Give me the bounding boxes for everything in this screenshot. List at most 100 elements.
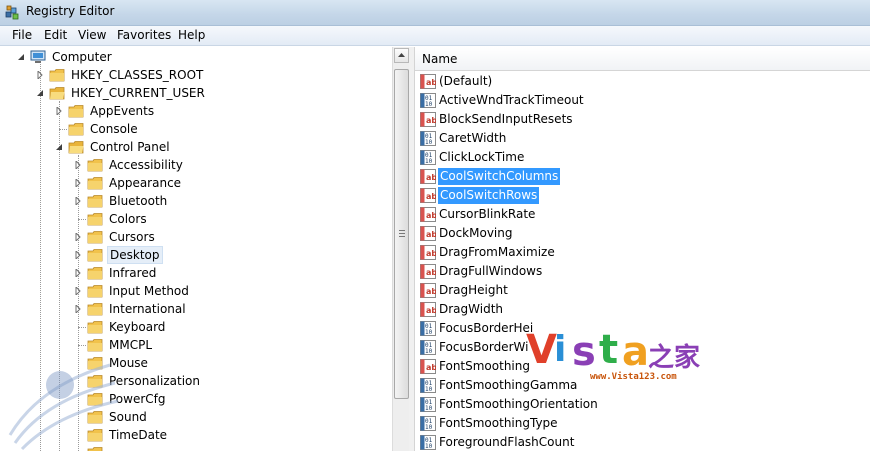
binary-value-icon: 0110: [420, 416, 436, 431]
scroll-thumb[interactable]: [394, 69, 409, 399]
svg-text:ab: ab: [426, 268, 436, 277]
value-name: FocusBorderWi: [439, 340, 529, 354]
tree-item-cursors[interactable]: Cursors: [74, 228, 294, 246]
tree-label: Appearance: [109, 176, 182, 190]
folder-icon: [87, 213, 103, 226]
tree-label: Input Method: [109, 284, 189, 298]
string-value-icon: ab: [420, 188, 436, 203]
collapsed-arrow-icon[interactable]: [74, 179, 82, 187]
tree-item-desktop[interactable]: Desktop: [74, 246, 294, 264]
tree-label: HKEY_CLASSES_ROOT: [71, 68, 204, 82]
collapsed-arrow-icon[interactable]: [74, 269, 82, 277]
menu-view[interactable]: View: [76, 28, 108, 42]
tree-label: Console: [90, 122, 138, 136]
folder-icon: [68, 105, 84, 118]
menu-favorites[interactable]: Favorites: [115, 28, 173, 42]
tree-label: AppEvents: [90, 104, 155, 118]
wing-watermark: [8, 363, 119, 451]
svg-text:ab: ab: [426, 173, 436, 182]
tree-item-control-panel[interactable]: Control Panel: [55, 138, 255, 156]
tree-label: HKEY_CURRENT_USER: [71, 86, 205, 100]
expanded-arrow-icon[interactable]: [17, 53, 25, 61]
grip-line: [399, 230, 405, 231]
folder-icon: [87, 177, 103, 190]
value-name: ActiveWndTrackTimeout: [439, 93, 584, 107]
collapsed-arrow-icon[interactable]: [74, 305, 82, 313]
tree-label: Computer: [52, 50, 112, 64]
collapsed-arrow-icon[interactable]: [74, 161, 82, 169]
menu-edit[interactable]: Edit: [42, 28, 69, 42]
tree-label-selected: Desktop: [107, 246, 163, 264]
expanded-arrow-icon[interactable]: [55, 143, 63, 151]
menu-file[interactable]: File: [10, 28, 34, 42]
collapsed-arrow-icon[interactable]: [74, 197, 82, 205]
collapsed-arrow-icon[interactable]: [55, 107, 63, 115]
collapsed-arrow-icon[interactable]: [74, 287, 82, 295]
value-name: FocusBorderHei: [439, 321, 534, 335]
string-value-icon: ab: [420, 245, 436, 260]
binary-value-icon: 0110: [420, 150, 436, 165]
tree-item-hkey-classes-root[interactable]: HKEY_CLASSES_ROOT: [36, 66, 256, 84]
tree-scrollbar[interactable]: [392, 47, 409, 451]
grip-line: [399, 233, 405, 234]
tree-label: Keyboard: [109, 320, 166, 334]
folder-icon: [87, 321, 103, 334]
collapsed-arrow-icon[interactable]: [36, 71, 44, 79]
value-name: FontSmoothingOrientation: [439, 397, 598, 411]
tree-item-bluetooth[interactable]: Bluetooth: [74, 192, 294, 210]
value-name: CoolSwitchColumns: [438, 168, 561, 185]
title-bar: Registry Editor: [0, 0, 870, 26]
svg-text:ab: ab: [426, 211, 436, 220]
tree-item-input-method[interactable]: Input Method: [74, 282, 294, 300]
tree-label: International: [109, 302, 186, 316]
watermark-letter: s: [572, 329, 596, 375]
string-value-icon: ab: [420, 359, 436, 374]
binary-value-icon: 0110: [420, 435, 436, 450]
expanded-arrow-icon[interactable]: [36, 89, 44, 97]
binary-value-icon: 0110: [420, 321, 436, 336]
tree-item-accessibility[interactable]: Accessibility: [74, 156, 294, 174]
tree-label: Cursors: [109, 230, 155, 244]
svg-text:10: 10: [425, 158, 433, 165]
folder-icon: [87, 303, 103, 316]
string-value-icon: ab: [420, 264, 436, 279]
tree-item-colors[interactable]: Colors: [74, 210, 294, 228]
value-name: CoolSwitchRows: [438, 187, 540, 204]
tree-item-keyboard[interactable]: Keyboard: [74, 318, 294, 336]
svg-text:10: 10: [425, 101, 433, 108]
svg-text:10: 10: [425, 139, 433, 146]
column-header-name[interactable]: Name: [415, 47, 870, 71]
folder-icon: [87, 231, 103, 244]
binary-value-icon: 0110: [420, 397, 436, 412]
folder-open-icon: [49, 87, 65, 100]
binary-value-icon: 0110: [420, 131, 436, 146]
vista-watermark: V i s t a 之家 www.Vista123.com: [526, 326, 706, 384]
menu-bar: File Edit View Favorites Help: [0, 26, 870, 46]
tree-item-infrared[interactable]: Infrared: [74, 264, 294, 282]
tree-item-hkey-current-user[interactable]: HKEY_CURRENT_USER: [36, 84, 256, 102]
svg-text:10: 10: [425, 405, 433, 412]
tree-label: Accessibility: [109, 158, 183, 172]
tree-item-console[interactable]: Console: [55, 120, 255, 138]
svg-text:ab: ab: [426, 78, 436, 87]
tree-item-appevents[interactable]: AppEvents: [55, 102, 255, 120]
collapsed-arrow-icon[interactable]: [74, 233, 82, 241]
tree-item-appearance[interactable]: Appearance: [74, 174, 294, 192]
collapsed-arrow-icon[interactable]: [74, 251, 82, 259]
tree-item-international[interactable]: International: [74, 300, 294, 318]
svg-text:ab: ab: [426, 116, 436, 125]
column-header-label: Name: [422, 52, 458, 66]
folder-icon: [87, 249, 103, 262]
tree-item-computer[interactable]: Computer: [17, 48, 217, 66]
svg-text:ab: ab: [426, 230, 436, 239]
arrow-up-icon: [398, 53, 405, 57]
value-name: DockMoving: [439, 226, 513, 240]
scroll-up-button[interactable]: [394, 48, 409, 63]
menu-help[interactable]: Help: [176, 28, 207, 42]
values-list[interactable]: Name ab (Default) 01 10 ActiveWndTrackTimeou…: [415, 47, 870, 451]
tree-label: Colors: [109, 212, 147, 226]
folder-open-icon: [68, 141, 84, 154]
svg-text:10: 10: [425, 386, 433, 393]
string-value-icon: ab: [420, 283, 436, 298]
svg-text:10: 10: [425, 424, 433, 431]
